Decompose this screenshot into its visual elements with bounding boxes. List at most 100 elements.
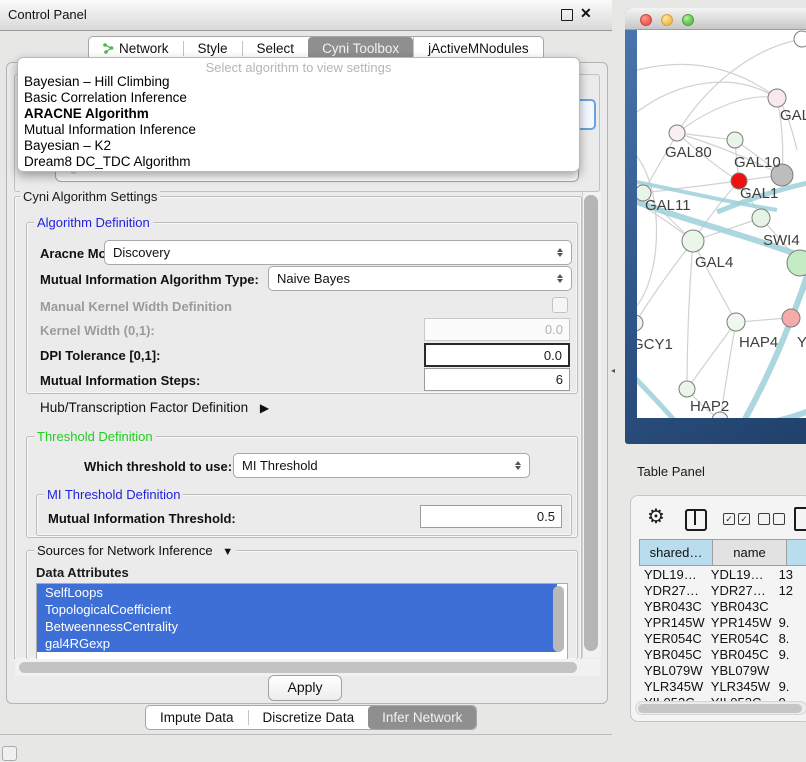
node-label: Y xyxy=(797,334,806,351)
aracne-mode-combo[interactable]: Discovery xyxy=(104,240,572,265)
table-cell: 9. xyxy=(773,615,806,631)
sources-group-title[interactable]: Sources for Network Inference ▼ xyxy=(34,543,236,558)
dropdown-item-basic-correlation[interactable]: Basic Correlation Inference xyxy=(18,90,579,106)
minimize-traffic-light[interactable] xyxy=(661,14,673,26)
table-row[interactable]: YLR345WYLR345W9. xyxy=(639,679,806,695)
table-cell: YBR045C xyxy=(639,647,706,663)
table-header-row: shared… name A xyxy=(639,539,806,566)
hub-definition-toggle[interactable]: Hub/Transcription Factor Definition ▶ xyxy=(40,400,269,415)
table-row[interactable]: YBR043CYBR043C xyxy=(639,599,806,615)
list-item-selfloops[interactable]: SelfLoops xyxy=(37,584,557,601)
node-hap4[interactable] xyxy=(727,313,745,331)
mi-steps-label: Mutual Information Steps: xyxy=(40,373,200,388)
node-gal1[interactable] xyxy=(752,209,770,227)
column-header-partial[interactable]: A xyxy=(787,539,806,566)
manual-kernel-label: Manual Kernel Width Definition xyxy=(40,299,232,314)
network-canvas[interactable]: GALGAL80GAL10GAL1GAL11SWI4GAL4GCY1HAP4YH… xyxy=(637,30,806,418)
window-grip[interactable] xyxy=(2,746,17,761)
node-gal80[interactable] xyxy=(669,125,685,141)
dropdown-item-bayesian-k2[interactable]: Bayesian – K2 xyxy=(18,138,579,154)
columns-icon[interactable] xyxy=(685,509,707,531)
node-green-upper[interactable] xyxy=(727,132,743,148)
stepper-arrows-icon xyxy=(553,274,567,283)
table-row[interactable]: YBL079WYBL079W xyxy=(639,663,806,679)
dropdown-item-dream8[interactable]: Dream8 DC_TDC Algorithm xyxy=(18,154,579,170)
mi-steps-field[interactable]: 6 xyxy=(424,368,570,391)
close-traffic-light[interactable] xyxy=(640,14,652,26)
table-cell xyxy=(773,663,806,679)
dropdown-item-bayesian-hill-climbing[interactable]: Bayesian – Hill Climbing xyxy=(18,74,579,90)
node-gcy1[interactable] xyxy=(637,315,643,331)
network-window-titlebar[interactable] xyxy=(625,8,806,30)
network-edge[interactable] xyxy=(687,241,693,389)
node-label: HAP2 xyxy=(690,398,729,415)
apply-button[interactable]: Apply xyxy=(268,675,342,701)
table-cell: YDR27… xyxy=(706,583,773,599)
table-row[interactable]: YPR145WYPR145W9. xyxy=(639,615,806,631)
list-scrollbar[interactable] xyxy=(553,586,564,652)
table-row[interactable]: YBR045CYBR045C9. xyxy=(639,647,806,663)
select-all-checkboxes-icon[interactable]: ✓ ✓ xyxy=(723,513,750,525)
new-table-icon[interactable] xyxy=(794,507,806,531)
node-label: GAL10 xyxy=(734,154,781,171)
settings-horizontal-scrollbar-thumb[interactable] xyxy=(19,662,577,673)
control-panel-title: Control Panel xyxy=(8,7,87,22)
deselect-all-checkboxes-icon[interactable] xyxy=(758,513,785,525)
node-pink-top[interactable] xyxy=(768,89,786,107)
node-hap2[interactable] xyxy=(679,381,695,397)
checked-box-icon: ✓ xyxy=(723,513,735,525)
network-edge[interactable] xyxy=(637,64,777,98)
node-label: GAL xyxy=(780,107,806,124)
dropdown-item-aracne[interactable]: ARACNE Algorithm xyxy=(18,106,579,122)
settings-vertical-scrollbar-thumb[interactable] xyxy=(584,195,598,651)
table-horizontal-scrollbar-thumb[interactable] xyxy=(638,704,802,713)
table-horizontal-scrollbar[interactable] xyxy=(635,701,806,715)
mi-type-combo[interactable]: Naive Bayes xyxy=(268,266,572,291)
list-item-betweennesscentrality[interactable]: BetweennessCentrality xyxy=(37,618,557,635)
table-cell: 12 xyxy=(773,583,806,599)
node-gal4[interactable] xyxy=(682,230,704,252)
table-cell: 9. xyxy=(773,679,806,695)
network-edge[interactable] xyxy=(677,133,735,140)
close-icon[interactable]: ✕ xyxy=(580,5,592,22)
network-graph: GALGAL80GAL10GAL1GAL11SWI4GAL4GCY1HAP4YH… xyxy=(637,30,806,418)
tab-infer-network[interactable]: Infer Network xyxy=(368,706,476,729)
splitter-collapse-icon[interactable]: ◂ xyxy=(611,366,615,375)
table-row[interactable]: YDL19…YDL19…13 xyxy=(639,567,806,583)
list-item-topologicalcoefficient[interactable]: TopologicalCoefficient xyxy=(37,601,557,618)
node-top[interactable] xyxy=(794,31,806,47)
column-header-shared[interactable]: shared… xyxy=(639,539,713,566)
dpi-tolerance-label: DPI Tolerance [0,1]: xyxy=(40,348,160,363)
unchecked-box-icon xyxy=(758,513,770,525)
table-row[interactable]: YER054CYER054C8. xyxy=(639,631,806,647)
list-item-gal4rgexp[interactable]: gal4RGexp xyxy=(37,635,557,652)
float-window-icon[interactable] xyxy=(561,9,573,21)
gear-icon[interactable]: ⚙ xyxy=(647,507,665,527)
which-threshold-combo[interactable]: MI Threshold xyxy=(233,453,530,478)
column-header-name[interactable]: name xyxy=(713,539,787,566)
network-view-window[interactable]: GALGAL80GAL10GAL1GAL11SWI4GAL4GCY1HAP4YH… xyxy=(625,8,806,444)
threshold-definition-title: Threshold Definition xyxy=(34,429,156,444)
data-attributes-list[interactable]: SelfLoops TopologicalCoefficient Between… xyxy=(36,583,568,660)
node-pink-right[interactable] xyxy=(782,309,800,327)
table-cell: YBL079W xyxy=(706,663,773,679)
table-cell: YBR045C xyxy=(706,647,773,663)
network-edge[interactable] xyxy=(637,241,693,323)
mi-type-label: Mutual Information Algorithm Type: xyxy=(40,272,259,287)
node-label: GCY1 xyxy=(637,336,673,353)
tab-discretize-data[interactable]: Discretize Data xyxy=(249,706,369,729)
checked-box-icon: ✓ xyxy=(738,513,750,525)
mi-threshold-field[interactable]: 0.5 xyxy=(420,505,562,528)
table-row[interactable]: YDR27…YDR27…12 xyxy=(639,583,806,599)
dropdown-prompt: Select algorithm to view settings xyxy=(18,60,579,74)
table-cell: YDR27… xyxy=(639,583,706,599)
tab-impute-data[interactable]: Impute Data xyxy=(146,706,248,729)
network-edge[interactable] xyxy=(677,97,777,133)
dpi-tolerance-field[interactable]: 0.0 xyxy=(424,343,570,367)
zoom-traffic-light[interactable] xyxy=(682,14,694,26)
manual-kernel-checkbox[interactable] xyxy=(552,297,568,313)
table-cell: YDL19… xyxy=(706,567,773,583)
kernel-width-field[interactable]: 0.0 xyxy=(424,318,570,341)
dropdown-item-mutual-information[interactable]: Mutual Information Inference xyxy=(18,122,579,138)
network-edge[interactable] xyxy=(687,322,736,389)
